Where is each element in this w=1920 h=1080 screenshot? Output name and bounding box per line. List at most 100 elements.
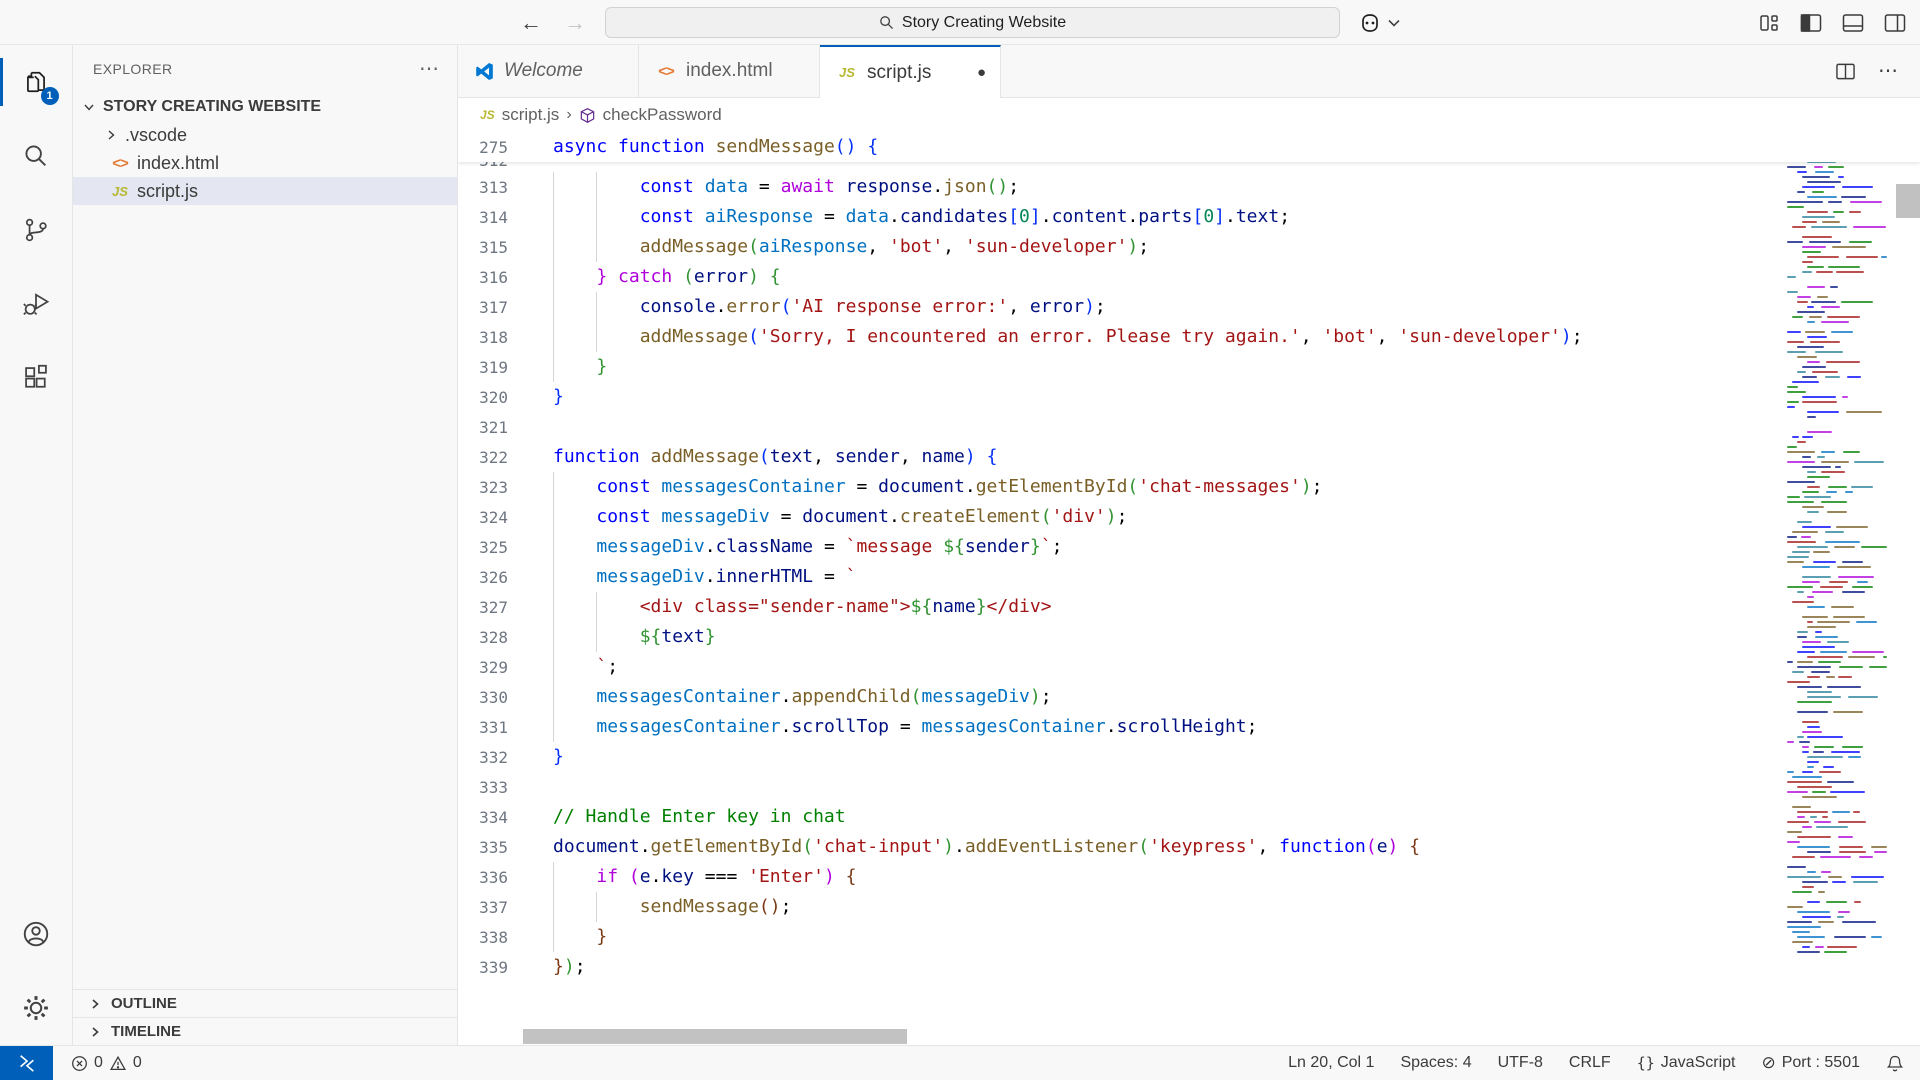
- toggle-panel-button[interactable]: [1842, 13, 1864, 33]
- line-content: });: [553, 952, 586, 982]
- code-line[interactable]: 336 if (e.key === 'Enter') {: [458, 862, 1920, 892]
- minimap[interactable]: [1787, 135, 1893, 965]
- code-line[interactable]: 329 `;: [458, 652, 1920, 682]
- line-number: 330: [458, 682, 508, 712]
- vertical-scrollbar-thumb[interactable]: [1896, 184, 1920, 218]
- line-number: 322: [458, 442, 508, 472]
- line-number: 312: [458, 162, 508, 172]
- code-line[interactable]: 335document.getElementById('chat-input')…: [458, 832, 1920, 862]
- code-line[interactable]: 313 const data = await response.json();: [458, 172, 1920, 202]
- command-center-search[interactable]: Story Creating Website: [605, 7, 1340, 38]
- code-line[interactable]: 317 console.error('AI response error:', …: [458, 292, 1920, 322]
- indent-guide: [596, 172, 597, 202]
- code-line[interactable]: 318 addMessage('Sorry, I encountered an …: [458, 322, 1920, 352]
- line-number: 328: [458, 622, 508, 652]
- error-icon: [71, 1055, 88, 1072]
- toggle-secondary-sidebar-button[interactable]: [1884, 13, 1906, 33]
- back-arrow-icon[interactable]: ←: [520, 12, 542, 34]
- extensions-icon[interactable]: [0, 341, 73, 415]
- run-debug-icon[interactable]: [0, 267, 73, 341]
- code-line[interactable]: 322function addMessage(text, sender, nam…: [458, 442, 1920, 472]
- indent-guide: [553, 202, 554, 232]
- remote-indicator[interactable]: [0, 1046, 53, 1080]
- code-line[interactable]: 314 const aiResponse = data.candidates[0…: [458, 202, 1920, 232]
- indent-guide: [553, 472, 554, 502]
- port-indicator[interactable]: ⊘ Port : 5501: [1761, 1053, 1860, 1073]
- code-line[interactable]: 275async function sendMessage() {: [458, 132, 1920, 162]
- cursor-position[interactable]: Ln 20, Col 1: [1288, 1054, 1374, 1072]
- bell-icon[interactable]: [1886, 1054, 1904, 1073]
- code-line[interactable]: 326 messageDiv.innerHTML = `: [458, 562, 1920, 592]
- code-line[interactable]: 331 messagesContainer.scrollTop = messag…: [458, 712, 1920, 742]
- outline-section[interactable]: OUTLINE: [73, 989, 457, 1017]
- line-number: 335: [458, 832, 508, 862]
- code-line[interactable]: 337 sendMessage();: [458, 892, 1920, 922]
- breadcrumb-symbol[interactable]: checkPassword: [603, 105, 722, 125]
- code-line[interactable]: 319 }: [458, 352, 1920, 382]
- source-control-icon[interactable]: [0, 193, 73, 267]
- split-editor-button[interactable]: [1835, 62, 1856, 81]
- code-line[interactable]: 323 const messagesContainer = document.g…: [458, 472, 1920, 502]
- indent-guide: [553, 622, 554, 652]
- timeline-section[interactable]: TIMELINE: [73, 1017, 457, 1045]
- code-line[interactable]: 338 }: [458, 922, 1920, 952]
- forward-arrow-icon[interactable]: →: [564, 12, 586, 34]
- sticky-scroll-line[interactable]: 275async function sendMessage() {: [458, 132, 1920, 162]
- horizontal-scrollbar-thumb[interactable]: [523, 1029, 907, 1044]
- eol-setting[interactable]: CRLF: [1569, 1054, 1611, 1072]
- folder-root-row[interactable]: STORY CREATING WEBSITE: [73, 93, 457, 121]
- code-line[interactable]: 327 <div class="sender-name">${name}</di…: [458, 592, 1920, 622]
- line-number: 313: [458, 172, 508, 202]
- line-content: }: [553, 742, 564, 772]
- code-line[interactable]: 315 addMessage(aiResponse, 'bot', 'sun-d…: [458, 232, 1920, 262]
- indent-guide: [553, 172, 554, 202]
- problems-indicator[interactable]: 0 0: [71, 1054, 142, 1072]
- code-line[interactable]: 324 const messageDiv = document.createEl…: [458, 502, 1920, 532]
- search-view-icon[interactable]: [0, 119, 73, 193]
- indent-guide: [596, 232, 597, 262]
- modified-dot-icon[interactable]: ●: [977, 64, 986, 81]
- tree-item-script-js[interactable]: JS script.js: [73, 177, 457, 205]
- explorer-more-actions-icon[interactable]: ⋯: [419, 64, 441, 74]
- settings-gear-icon[interactable]: [0, 971, 73, 1045]
- outline-label: OUTLINE: [111, 995, 177, 1012]
- js-file-icon: JS: [109, 184, 131, 199]
- tab-script-js[interactable]: JS script.js ●: [820, 45, 1001, 98]
- tab-welcome[interactable]: Welcome: [458, 45, 639, 98]
- line-content: addMessage(aiResponse, 'bot', 'sun-devel…: [553, 232, 1149, 262]
- code-line[interactable]: 325 messageDiv.className = `message ${se…: [458, 532, 1920, 562]
- explorer-sidebar: EXPLORER ⋯ STORY CREATING WEBSITE .vscod…: [73, 45, 458, 1045]
- editor-group: Welcome <> index.html JS script.js ● ⋯: [458, 45, 1920, 1045]
- breadcrumb-file[interactable]: script.js: [502, 105, 560, 125]
- code-line[interactable]: 333: [458, 772, 1920, 802]
- explorer-header-title: EXPLORER: [93, 61, 419, 77]
- code-line[interactable]: 334// Handle Enter key in chat: [458, 802, 1920, 832]
- code-line[interactable]: 332}: [458, 742, 1920, 772]
- html-file-icon: <>: [655, 63, 677, 80]
- chevron-right-icon: [87, 1024, 103, 1040]
- language-mode[interactable]: {} JavaScript: [1637, 1054, 1736, 1072]
- line-number: 336: [458, 862, 508, 892]
- tree-item-index-html[interactable]: <> index.html: [73, 149, 457, 177]
- explorer-icon[interactable]: 1: [0, 45, 73, 119]
- code-line[interactable]: 330 messagesContainer.appendChild(messag…: [458, 682, 1920, 712]
- account-icon[interactable]: [0, 897, 73, 971]
- code-line[interactable]: 320}: [458, 382, 1920, 412]
- copilot-menu[interactable]: [1358, 8, 1400, 38]
- status-bar: 0 0 Ln 20, Col 1 Spaces: 4 UTF-8 CRLF {}…: [0, 1045, 1920, 1080]
- tree-item-vscode[interactable]: .vscode: [73, 121, 457, 149]
- code-line[interactable]: 339});: [458, 952, 1920, 982]
- line-content: addMessage('Sorry, I encountered an erro…: [553, 322, 1583, 352]
- toggle-primary-sidebar-button[interactable]: [1800, 13, 1822, 33]
- code-line[interactable]: 328 ${text}: [458, 622, 1920, 652]
- indentation-setting[interactable]: Spaces: 4: [1400, 1054, 1471, 1072]
- encoding-setting[interactable]: UTF-8: [1498, 1054, 1543, 1072]
- code-line[interactable]: 321: [458, 412, 1920, 442]
- code-lines[interactable]: 313 const data = await response.json();3…: [458, 172, 1920, 982]
- tab-index-html[interactable]: <> index.html: [639, 45, 820, 98]
- editor-more-actions-icon[interactable]: ⋯: [1878, 67, 1900, 75]
- line-number: 332: [458, 742, 508, 772]
- code-line[interactable]: 316 } catch (error) {: [458, 262, 1920, 292]
- customize-layout-button[interactable]: [1758, 13, 1780, 33]
- code-editor[interactable]: 275async function sendMessage() { 312 31…: [458, 132, 1920, 1045]
